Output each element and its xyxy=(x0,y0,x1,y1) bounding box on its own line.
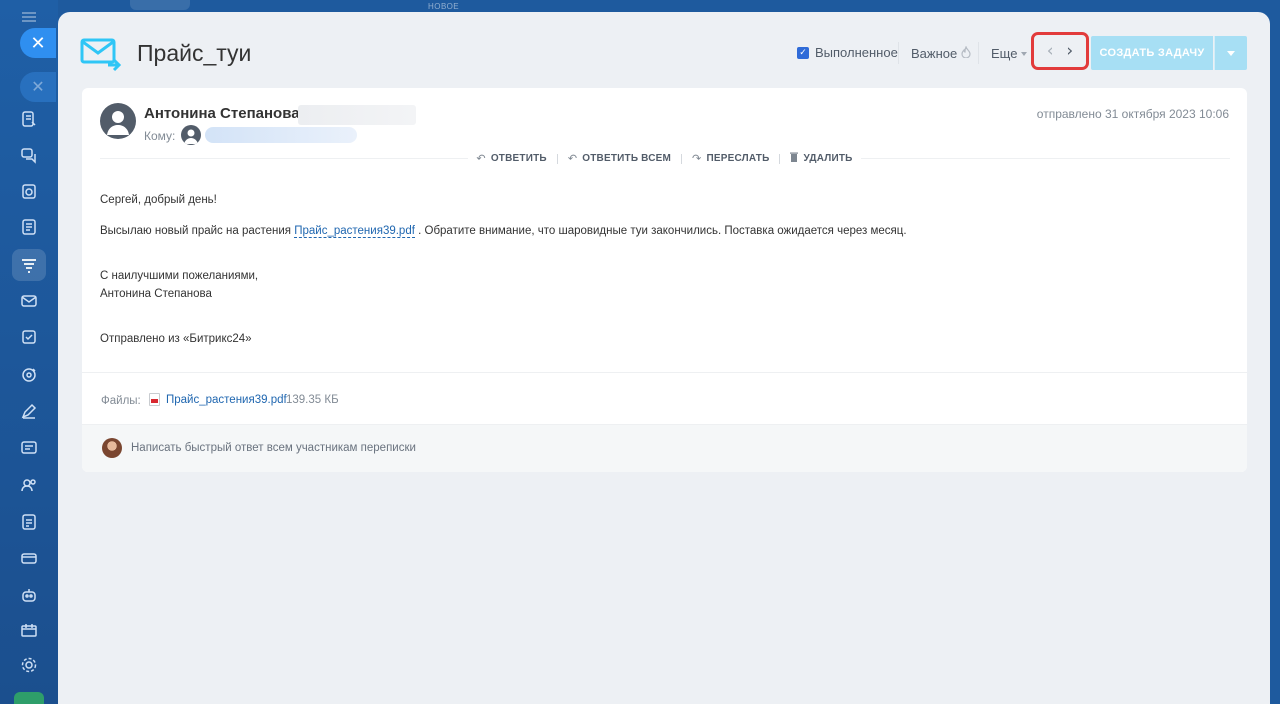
quick-reply-input[interactable]: Написать быстрый ответ всем участникам п… xyxy=(131,442,416,454)
email-actions-bar: ↶ ОТВЕТИТЬ ↶ ОТВЕТИТЬ ВСЕМ ↷ ПЕРЕСЛАТЬ У… xyxy=(82,152,1247,165)
close-icon: ✕ xyxy=(30,32,46,54)
important-toggle[interactable]: Важное xyxy=(911,45,971,61)
delete-button[interactable]: УДАЛИТЬ xyxy=(790,152,852,165)
checkbox-checked-icon[interactable]: ✓ xyxy=(797,46,809,59)
previous-message-arrow-icon[interactable]: ‹ xyxy=(1047,42,1054,60)
completed-label: Выполненное xyxy=(815,45,898,60)
reply-all-label: ОТВЕТИТЬ ВСЕМ xyxy=(582,153,672,164)
trash-icon xyxy=(790,152,799,165)
calendar-icon[interactable] xyxy=(18,180,40,202)
inline-attachment-link[interactable]: Прайс_растения39.pdf xyxy=(294,225,415,238)
contact-center-icon[interactable] xyxy=(18,437,40,459)
bitrix-app-icon[interactable] xyxy=(14,692,44,704)
reply-label: ОТВЕТИТЬ xyxy=(490,153,547,164)
more-dropdown[interactable]: Еще xyxy=(991,46,1028,61)
email-card: Антонина Степанова Кому: отправлено 31 о… xyxy=(82,88,1247,472)
action-separator xyxy=(556,153,558,164)
greeting-text: Сергей, добрый день! xyxy=(100,194,217,206)
reply-button[interactable]: ↶ ОТВЕТИТЬ xyxy=(476,152,546,165)
flame-icon xyxy=(961,45,971,61)
chevron-down-icon xyxy=(1021,51,1028,56)
attachments-row: Файлы: Прайс_растения39.pdf 139.35 КБ xyxy=(82,372,1247,424)
report-icon[interactable] xyxy=(18,511,40,533)
header-divider xyxy=(978,42,979,64)
forward-icon: ↷ xyxy=(692,152,702,165)
delete-label: УДАЛИТЬ xyxy=(803,153,853,164)
top-tab-handle xyxy=(130,0,190,10)
signature-text: Антонина Степанова xyxy=(100,288,212,300)
completed-checkbox[interactable]: ✓ Выполненное xyxy=(797,45,898,60)
reply-all-icon: ↶ xyxy=(567,152,578,165)
mail-icon[interactable] xyxy=(18,290,40,312)
next-message-arrow-icon[interactable]: › xyxy=(1066,42,1073,60)
close-ghost-button[interactable]: ✕ xyxy=(20,72,56,102)
pdf-file-icon xyxy=(149,393,160,406)
sent-timestamp: отправлено 31 октября 2023 10:06 xyxy=(1036,107,1229,121)
create-task-dropdown-button[interactable] xyxy=(1214,36,1247,70)
close-icon: ✕ xyxy=(31,79,45,96)
close-slider-button[interactable]: ✕ xyxy=(20,28,56,58)
sender-email-redacted xyxy=(298,105,416,125)
robot-icon[interactable] xyxy=(18,584,40,606)
store-icon[interactable] xyxy=(18,547,40,569)
target-icon[interactable] xyxy=(18,364,40,386)
recipient-redacted xyxy=(205,127,357,143)
chevron-down-icon xyxy=(1227,50,1235,56)
email-slider-panel: Прайс_туи ✓ Выполненное Важное Еще ‹ › С… xyxy=(58,12,1270,704)
users-icon[interactable] xyxy=(18,474,40,496)
forward-button[interactable]: ↷ ПЕРЕСЛАТЬ xyxy=(692,152,769,165)
panel-header: Прайс_туи ✓ Выполненное Важное Еще ‹ › С… xyxy=(58,12,1270,92)
current-user-avatar xyxy=(102,438,122,458)
files-label: Файлы: xyxy=(101,395,141,407)
sites-icon[interactable] xyxy=(18,620,40,642)
recipient-label: Кому: xyxy=(144,129,176,143)
sender-avatar xyxy=(100,103,136,139)
body-text-segment: Высылаю новый прайс на растения xyxy=(100,225,295,237)
pen-icon[interactable] xyxy=(18,400,40,422)
important-label: Важное xyxy=(911,46,958,61)
body-text-segment: . Обратите внимание, что шаровидные туи … xyxy=(414,225,907,237)
recipient-avatar xyxy=(181,125,201,145)
header-divider xyxy=(898,42,899,64)
action-separator xyxy=(779,153,781,164)
reply-all-button[interactable]: ↶ ОТВЕТИТЬ ВСЕМ xyxy=(568,152,671,165)
regards-text: С наилучшими пожеланиями, xyxy=(100,270,259,282)
attachment-size: 139.35 КБ xyxy=(286,394,339,406)
create-task-button[interactable]: СОЗДАТЬ ЗАДАЧУ xyxy=(1091,36,1213,70)
menu-icon[interactable] xyxy=(22,12,36,22)
page-title: Прайс_туи xyxy=(137,40,252,66)
body-line-1: Высылаю новый прайс на растения Прайс_ра… xyxy=(100,223,907,241)
top-new-label: НОВОЕ xyxy=(428,2,460,11)
settings-gear-icon[interactable] xyxy=(18,654,40,676)
feed-icon[interactable] xyxy=(18,108,40,130)
chat-icon[interactable] xyxy=(18,144,40,166)
message-navigation: ‹ › xyxy=(1031,32,1089,70)
more-label: Еще xyxy=(991,46,1018,61)
crm-filter-icon[interactable] xyxy=(12,249,46,281)
tasks-icon[interactable] xyxy=(18,326,40,348)
reply-icon: ↶ xyxy=(476,152,486,165)
sent-from-text: Отправлено из «Битрикс24» xyxy=(100,333,252,345)
forward-label: ПЕРЕСЛАТЬ xyxy=(706,153,770,164)
left-sidebar xyxy=(0,0,58,704)
email-forward-icon xyxy=(80,38,124,79)
quick-reply-row[interactable]: Написать быстрый ответ всем участникам п… xyxy=(82,424,1247,472)
action-separator xyxy=(681,153,683,164)
sender-name: Антонина Степанова xyxy=(144,105,300,122)
documents-icon[interactable] xyxy=(18,216,40,238)
attachment-link[interactable]: Прайс_растения39.pdf xyxy=(166,394,287,406)
